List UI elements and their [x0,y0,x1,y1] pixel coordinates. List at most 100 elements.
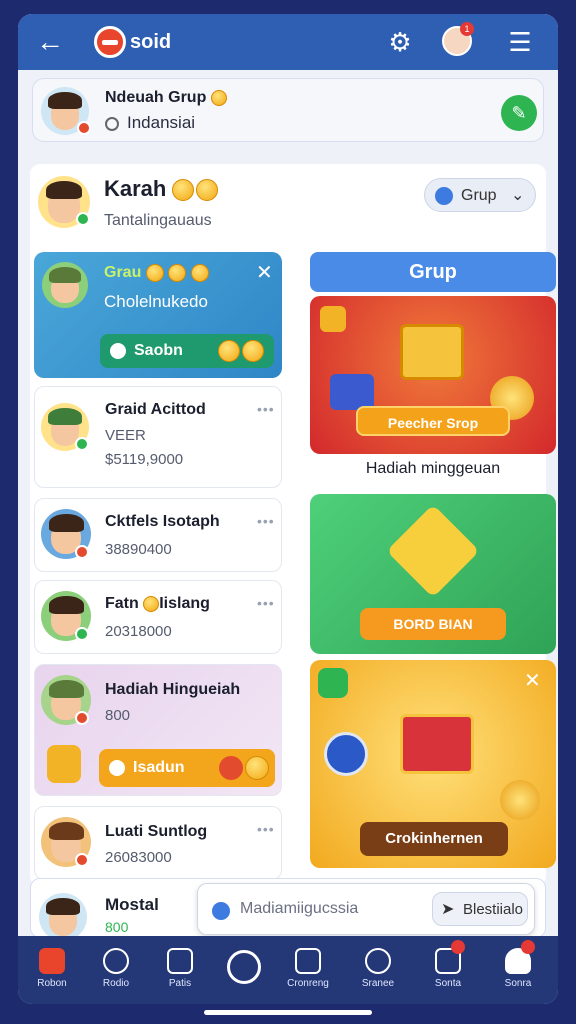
challenge-card[interactable]: Grau Cholelnukedo ✕ Saobn [34,252,282,378]
coin-icon [210,89,227,106]
reward-button[interactable]: Crokinhernen [360,822,508,856]
status-badge [75,437,89,451]
list-item-line2: 38890400 [105,541,172,558]
bottom-card-value: 800 [105,919,129,935]
app-logo[interactable]: soid [94,24,171,60]
nav-sranee[interactable]: Sranee [346,942,410,1000]
watch-icon [324,732,368,776]
online-badge [76,212,90,226]
edit-icon[interactable]: ✎ [501,95,537,131]
star-icon [386,504,480,598]
coin-icon [143,595,160,612]
nav-label: Sonta [434,978,462,989]
nav-center[interactable] [212,942,276,1000]
list-item-line3: $5119,9000 [105,451,184,468]
navigate-icon: ➤ [441,901,455,918]
reward-button[interactable]: Peecher Srop [356,406,510,436]
play-icon [109,760,125,776]
nav-cronreng[interactable]: Cronreng [276,942,340,1000]
list-item-name: Graid Acittod [105,401,206,418]
list-item-line2: 800 [105,707,131,724]
profile-subtitle: Tantalingauaus [104,212,212,229]
notification-badge [451,940,465,954]
nav-sonta[interactable]: Sonta [416,940,480,1000]
coin-icon [145,264,164,282]
grup-header[interactable]: Grup [310,252,556,292]
list-item[interactable]: Cktfels Isotaph 38890400 ••• [34,498,282,572]
bottom-card: Mostal 800 Madiamiigucssia ➤ Blestiialo [30,878,546,941]
nav-radio[interactable]: Rodio [84,942,148,1000]
group-banner-title: Ndeuah Grup [105,89,227,107]
globe-icon [365,948,391,974]
profile-avatar-button[interactable]: 1 [442,22,474,56]
device-icon [330,374,374,410]
gear-icon[interactable]: ⚙ [384,26,416,58]
notification-badge [521,940,535,954]
logo-mark [94,26,126,58]
status-badge [75,711,89,725]
group-select[interactable]: Grup ⌄ [424,178,536,212]
list-item[interactable]: Luati Suntlog 26083000 ••• [34,806,282,880]
chevron-down-icon: ⌄ [511,187,525,204]
reward-card-green[interactable]: BORD BIAN [310,494,556,654]
coin-icon [196,179,219,202]
app-title: soid [130,30,172,53]
list-item[interactable]: Hadiah Hingueiah 800 Isadun [34,664,282,796]
arrow-left-icon[interactable]: ← [36,26,68,58]
star-icon [320,306,346,332]
more-icon[interactable]: ••• [257,595,275,611]
nav-label: Patis [168,978,192,989]
search-bar: Madiamiigucssia ➤ Blestiialo [197,883,535,935]
nav-sonra[interactable]: Sonra [486,940,550,1000]
action-button[interactable]: ➤ Blestiialo [432,892,528,926]
sliders-icon [295,948,321,974]
top-bar: ← soid ⚙ 1 ☰ [18,14,558,70]
target-icon [227,950,261,984]
nav-label: Robon [37,978,67,989]
list-item-name: Luati Suntlog [105,823,208,840]
gift-box-icon [400,324,464,380]
user-icon [505,940,535,974]
trophy-icon [47,745,81,783]
bottom-nav: Robon Rodio Patis Cronreng Sranee Sonta [18,936,558,1004]
status-badge [75,545,89,559]
coin-icon [168,264,187,282]
list-item[interactable]: Graid Acittod VEER $5119,9000 ••• [34,386,282,488]
badge-icon [318,668,348,698]
reward-card-yellow[interactable]: ✕ Crokinhernen [310,660,556,868]
radio-icon [103,948,129,974]
reward-caption: Hadiah minggeuan [365,460,501,477]
reward-button[interactable]: BORD BIAN [360,608,506,640]
app-frame: ← soid ⚙ 1 ☰ Ndeuah Grup Indansiai ✎ Kar… [18,14,558,1004]
reward-card-red[interactable]: Peecher Srop [310,296,556,454]
profile-name: Karah [104,176,219,202]
grid-icon [167,948,193,974]
coin-icon [190,264,209,282]
status-badge [77,121,91,135]
list-item-line2: VEER [105,427,146,444]
search-input[interactable]: Madiamiigucssia [240,900,358,918]
more-icon[interactable]: ••• [257,513,275,529]
more-icon[interactable]: ••• [257,401,275,417]
bottom-card-name: Mostal [105,895,159,914]
hamburger-icon[interactable]: ☰ [504,26,536,58]
bottom-avatar [39,893,87,941]
nav-patis[interactable]: Patis [148,942,212,1000]
nav-home[interactable]: Robon [20,942,84,1000]
main-panel: Karah Tantalingauaus Grup ⌄ Grau Choleln… [30,164,556,886]
notification-badge: 1 [460,22,474,36]
list-item-button[interactable]: Isadun [99,749,275,787]
list-item-name: Cktfels Isotaph [105,513,220,530]
nav-label: Sranee [361,978,395,989]
close-icon[interactable]: ✕ [524,668,541,693]
coin-stack-icon [500,780,540,820]
nav-label: Cronreng [287,978,329,989]
group-banner[interactable]: Ndeuah Grup Indansiai ✎ [32,78,544,142]
list-item-line2: 26083000 [105,849,172,866]
list-item[interactable]: Fatn Iislang 20318000 ••• [34,580,282,654]
challenge-button[interactable]: Saobn [100,334,274,368]
close-icon[interactable]: ✕ [256,260,273,285]
more-icon[interactable]: ••• [257,821,275,837]
coin-icon [245,756,269,780]
action-button-label: Blestiialo [463,901,524,918]
